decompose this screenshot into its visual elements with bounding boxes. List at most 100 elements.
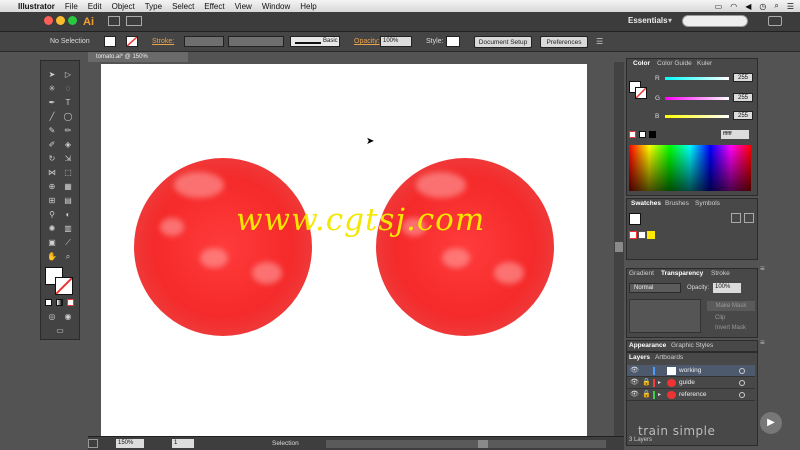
ellipse-tool-icon[interactable]: ◯: [61, 111, 75, 123]
type-tool-icon[interactable]: T: [61, 97, 75, 109]
scale-tool-icon[interactable]: ⇲: [61, 153, 75, 165]
tab-gradient[interactable]: Gradient: [629, 269, 654, 279]
line-tool-icon[interactable]: ╱: [45, 111, 59, 123]
green-channel-value[interactable]: 255: [733, 93, 753, 102]
list-view-icon[interactable]: [731, 213, 741, 223]
red-channel-value[interactable]: 255: [733, 73, 753, 82]
zoom-tool-icon[interactable]: ⌕: [61, 251, 75, 263]
tab-layers[interactable]: Layers: [629, 353, 650, 363]
volume-icon[interactable]: ◀: [745, 2, 751, 11]
app-menu[interactable]: Illustrator: [18, 2, 55, 11]
fullscreen-icon[interactable]: [768, 16, 782, 26]
layer-row-guide[interactable]: 👁 🔒 ▸ guide: [627, 377, 755, 389]
opacity-field[interactable]: 100%: [713, 283, 741, 293]
visibility-eye-icon[interactable]: 👁: [630, 365, 639, 377]
swatch-registration[interactable]: [638, 231, 646, 239]
horizontal-scrollbar[interactable]: [326, 440, 606, 448]
hex-value-field[interactable]: ffffff: [721, 130, 749, 139]
pen-tool-icon[interactable]: ✒: [45, 97, 59, 109]
arrange-documents-icon[interactable]: [126, 16, 142, 26]
rotate-tool-icon[interactable]: ↻: [45, 153, 59, 165]
white-color-icon[interactable]: [639, 131, 646, 138]
color-mode-icon[interactable]: [45, 299, 52, 306]
menu-type[interactable]: Type: [145, 2, 162, 11]
draw-behind-icon[interactable]: ◉: [61, 311, 75, 323]
free-transform-tool-icon[interactable]: ⬚: [61, 167, 75, 179]
play-icon[interactable]: ▶: [760, 412, 782, 434]
visibility-eye-icon[interactable]: 👁: [630, 389, 639, 401]
help-search-input[interactable]: [682, 15, 748, 27]
color-spectrum[interactable]: [629, 145, 751, 191]
stroke-color-box[interactable]: [55, 277, 73, 295]
blue-channel-value[interactable]: 255: [733, 111, 753, 120]
menu-file[interactable]: File: [65, 2, 78, 11]
stroke-weight-field[interactable]: [184, 36, 224, 47]
tab-brushes[interactable]: Brushes: [665, 199, 689, 209]
make-mask-button[interactable]: Make Mask: [707, 301, 755, 311]
brush-definition-select[interactable]: Basic: [290, 36, 340, 47]
zoom-level-field[interactable]: 150%: [116, 439, 144, 448]
selection-tool-icon[interactable]: ➤: [45, 69, 59, 81]
slice-tool-icon[interactable]: ⟋: [61, 237, 75, 249]
vertical-scrollbar[interactable]: [614, 62, 624, 436]
tab-artboards[interactable]: Artboards: [655, 353, 683, 363]
variable-width-profile-select[interactable]: [228, 36, 284, 47]
mesh-tool-icon[interactable]: ⊞: [45, 195, 59, 207]
scrollbar-thumb[interactable]: [478, 440, 488, 448]
lock-icon[interactable]: 🔒: [642, 389, 651, 401]
expand-triangle-icon[interactable]: ▸: [658, 389, 661, 401]
tab-stroke[interactable]: Stroke: [711, 269, 730, 279]
layer-row-working[interactable]: 👁 working: [627, 365, 755, 377]
direct-selection-tool-icon[interactable]: ▷: [61, 69, 75, 81]
battery-icon[interactable]: ▭: [715, 2, 723, 11]
target-icon[interactable]: [739, 368, 745, 374]
spotlight-icon[interactable]: ⌕: [774, 1, 778, 11]
shape-builder-tool-icon[interactable]: ⊕: [45, 181, 59, 193]
thumbnail-view-icon[interactable]: [744, 213, 754, 223]
lock-icon[interactable]: 🔒: [642, 377, 651, 389]
swatch-none[interactable]: [629, 231, 637, 239]
target-icon[interactable]: [739, 392, 745, 398]
opacity-field[interactable]: 100%: [380, 36, 412, 47]
column-graph-tool-icon[interactable]: ▥: [61, 223, 75, 235]
wifi-icon[interactable]: ◠: [730, 2, 737, 11]
current-tool-status[interactable]: Selection: [272, 440, 299, 447]
green-channel-slider[interactable]: [665, 97, 729, 100]
fill-swatch[interactable]: [104, 36, 116, 47]
workspace-switcher[interactable]: Essentials: [628, 16, 668, 25]
document-tab[interactable]: tomato.ai* @ 150% (RGB/Preview): [88, 52, 188, 70]
minimize-window-button[interactable]: [56, 16, 65, 25]
artboard-number-field[interactable]: 1: [172, 439, 194, 448]
chevron-down-icon[interactable]: ▾: [668, 16, 672, 25]
lasso-tool-icon[interactable]: ◌: [61, 83, 75, 95]
blend-mode-select[interactable]: Normal: [629, 283, 681, 293]
red-channel-slider[interactable]: [665, 77, 729, 80]
tab-kuler[interactable]: Kuler: [697, 59, 712, 69]
pencil-tool-icon[interactable]: ✏: [61, 125, 75, 137]
tab-graphic-styles[interactable]: Graphic Styles: [671, 341, 713, 351]
invert-mask-checkbox[interactable]: Invert Mask: [715, 325, 746, 331]
blob-brush-tool-icon[interactable]: ✐: [45, 139, 59, 151]
draw-mode-icon[interactable]: ◎: [45, 311, 59, 323]
layer-row-reference[interactable]: 👁 🔒 ▸ reference: [627, 389, 755, 401]
arrange-icon[interactable]: ☰: [596, 37, 603, 46]
preferences-button[interactable]: Preferences: [540, 36, 588, 48]
perspective-grid-tool-icon[interactable]: ▦: [61, 181, 75, 193]
target-icon[interactable]: [739, 380, 745, 386]
stroke-color-box[interactable]: [635, 87, 647, 99]
width-tool-icon[interactable]: ⋈: [45, 167, 59, 179]
bridge-icon[interactable]: [108, 16, 120, 26]
gradient-mode-icon[interactable]: [56, 299, 63, 306]
hand-tool-icon[interactable]: ✋: [45, 251, 59, 263]
screen-mode-icon[interactable]: ▭: [53, 325, 67, 337]
layer-name[interactable]: guide: [679, 377, 695, 389]
expand-triangle-icon[interactable]: ▸: [658, 377, 661, 389]
fill-color-box[interactable]: [629, 213, 641, 225]
scrollbar-thumb[interactable]: [615, 242, 623, 252]
artboard-icon[interactable]: [88, 439, 98, 448]
zoom-window-button[interactable]: [68, 16, 77, 25]
none-mode-icon[interactable]: [67, 299, 74, 306]
clip-checkbox[interactable]: Clip: [715, 315, 725, 321]
symbol-sprayer-tool-icon[interactable]: ✺: [45, 223, 59, 235]
menu-view[interactable]: View: [235, 2, 252, 11]
